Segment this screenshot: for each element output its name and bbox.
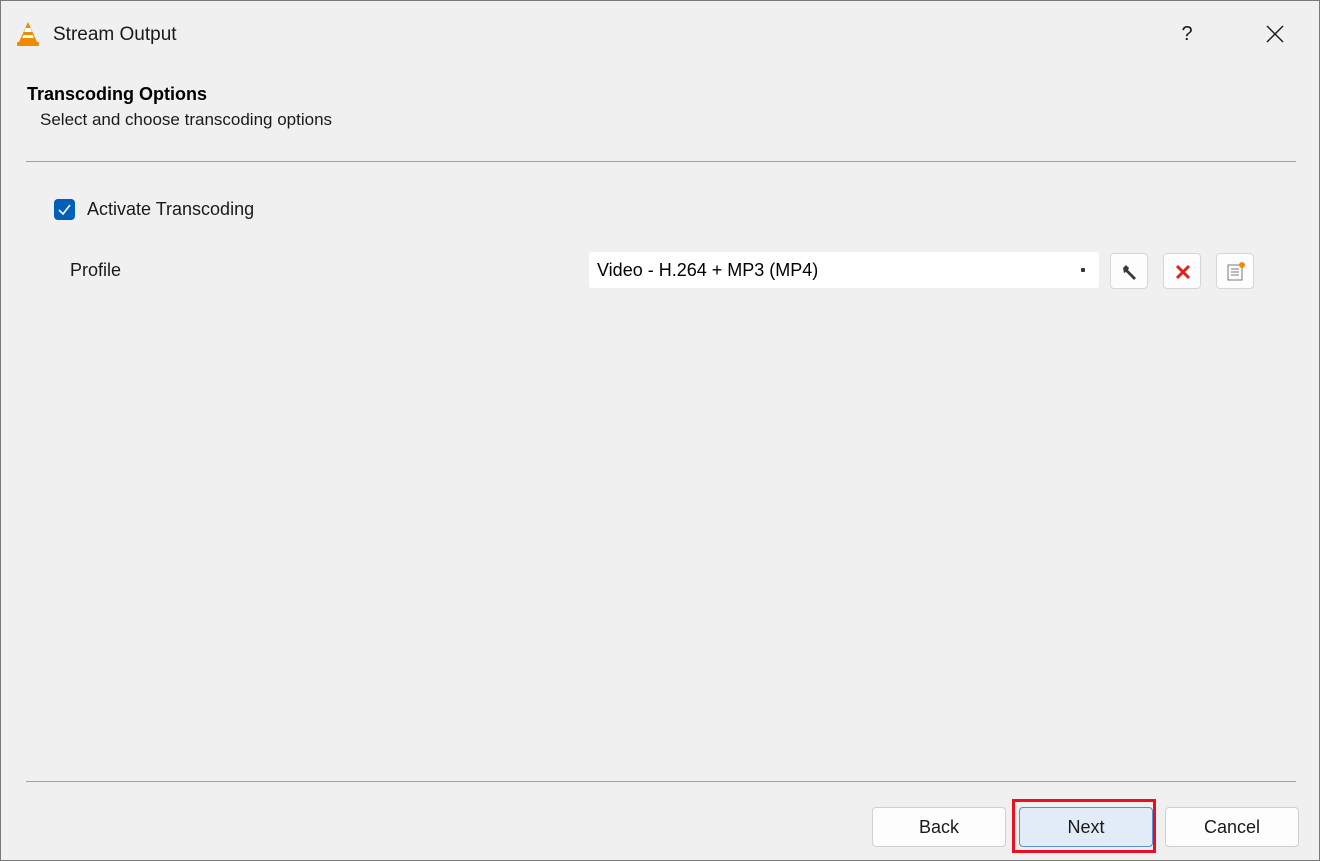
page-subtitle: Select and choose transcoding options (40, 110, 333, 129)
delete-profile-button[interactable] (1163, 253, 1201, 289)
close-button[interactable] (1255, 17, 1295, 51)
stream-output-dialog: Stream Output ? Transcoding Options Sele… (0, 0, 1320, 861)
dropdown-arrow-icon (1081, 268, 1085, 272)
profile-select-value: Video - H.264 + MP3 (MP4) (597, 260, 819, 280)
checkbox-checked[interactable] (54, 199, 75, 220)
new-list-icon (1227, 262, 1245, 281)
header-divider (26, 161, 1296, 162)
new-profile-button[interactable] (1216, 253, 1254, 289)
cancel-button[interactable]: Cancel (1165, 807, 1299, 847)
page-title: Transcoding Options (27, 84, 208, 104)
help-button[interactable]: ? (1167, 17, 1207, 51)
back-button[interactable]: Back (872, 807, 1006, 847)
activate-transcoding-label[interactable]: Activate Transcoding (87, 199, 254, 220)
title-bar: Stream Output ? (1, 1, 1319, 65)
edit-profile-button[interactable] (1110, 253, 1148, 289)
close-icon (1266, 25, 1284, 43)
footer-divider (26, 781, 1296, 782)
checkmark-icon (58, 204, 71, 216)
wrench-icon (1123, 265, 1136, 280)
next-highlight-box (1012, 799, 1156, 853)
window-title: Stream Output (53, 24, 177, 45)
red-x-icon (1175, 264, 1191, 280)
profile-label: Profile (70, 260, 122, 280)
vlc-cone-icon (15, 21, 41, 47)
profile-select[interactable]: Video - H.264 + MP3 (MP4) (589, 252, 1099, 288)
